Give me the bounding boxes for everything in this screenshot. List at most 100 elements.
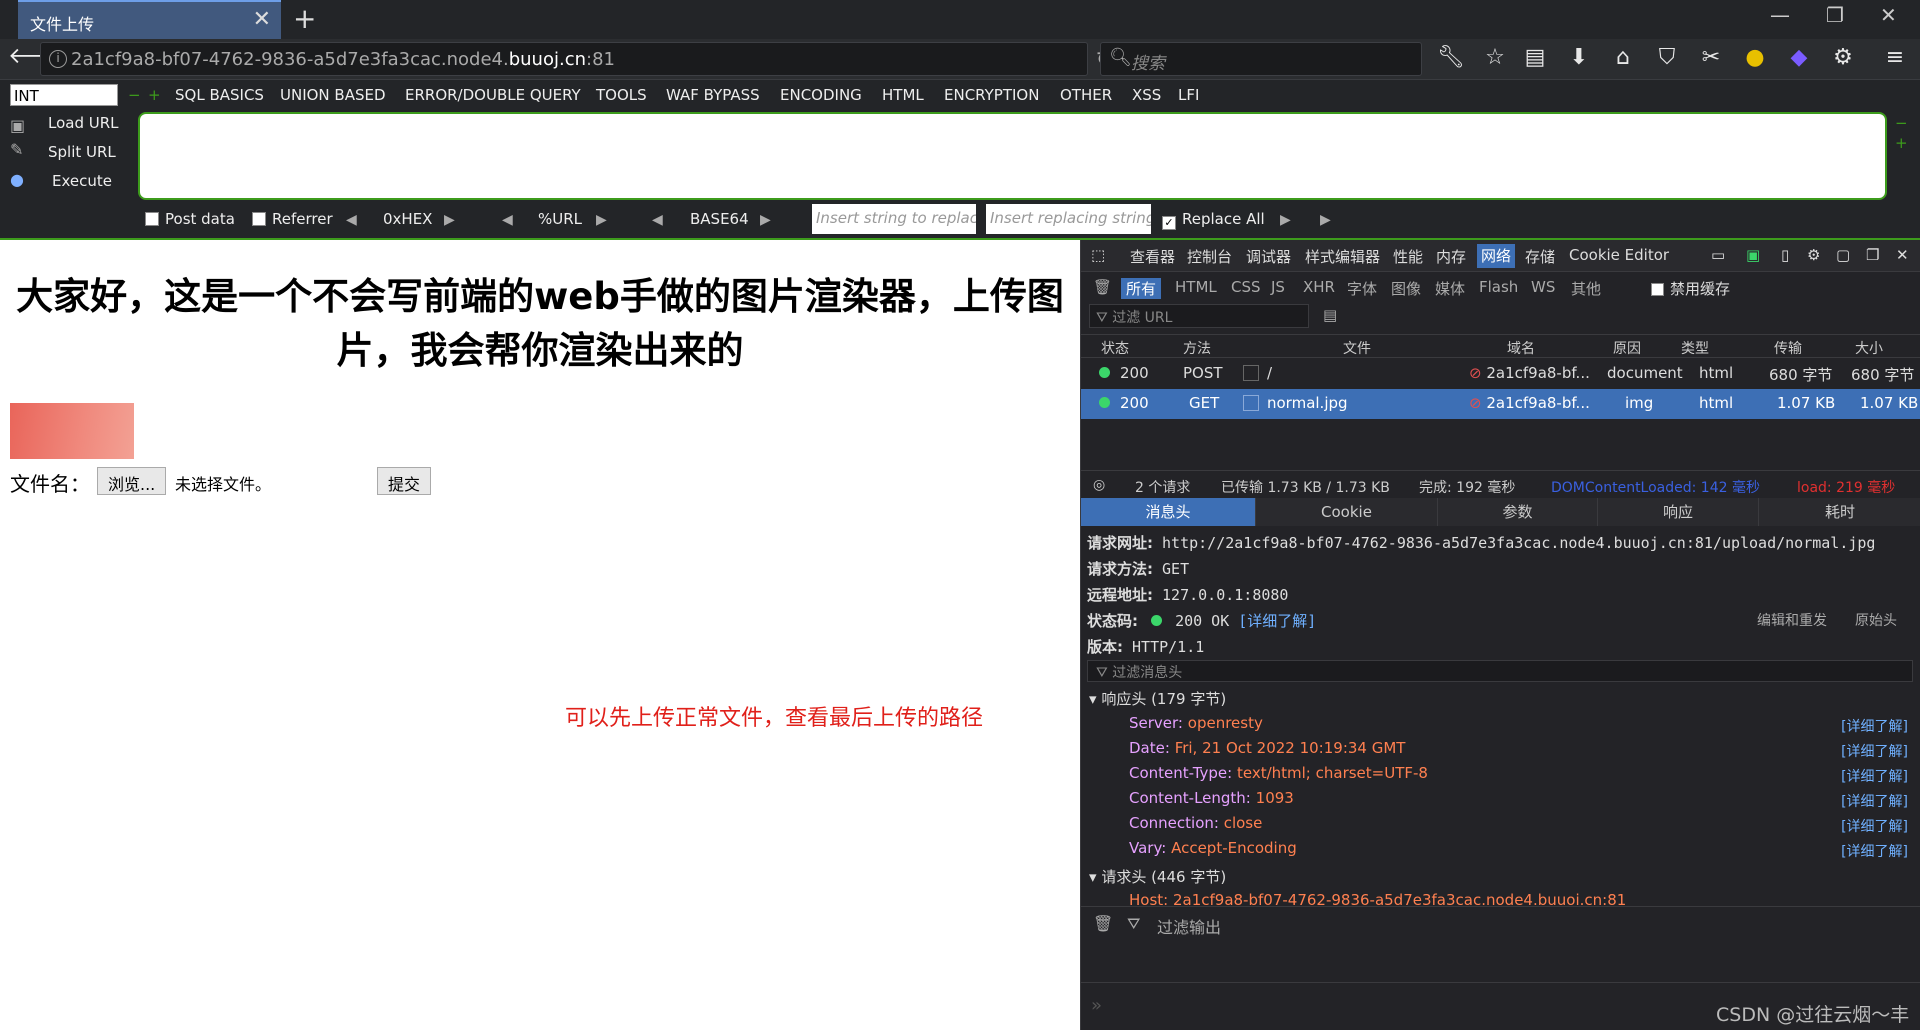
tab-style-editor[interactable]: 样式编辑器 — [1305, 246, 1380, 267]
download-icon[interactable]: ⬇ — [1564, 45, 1594, 70]
screenshot-icon[interactable]: ✂ — [1696, 45, 1726, 70]
col-method[interactable]: 方法 — [1183, 338, 1211, 358]
learn-more-link[interactable]: [详细了解] — [1841, 816, 1908, 836]
menu-xss[interactable]: XSS — [1132, 86, 1161, 104]
responsive-icon[interactable]: ▯ — [1781, 246, 1789, 264]
menu-encoding[interactable]: ENCODING — [780, 86, 862, 104]
tab-inspector[interactable]: 查看器 — [1130, 246, 1175, 267]
learn-more-link[interactable]: [详细了解] — [1841, 716, 1908, 736]
col-cause[interactable]: 原因 — [1613, 338, 1641, 358]
textarea-minus-icon[interactable]: − — [1895, 114, 1908, 132]
filter-options-icon[interactable]: ▤ — [1323, 306, 1337, 324]
menu-icon[interactable]: ≡ — [1880, 45, 1910, 70]
learn-more-link[interactable]: [详细了解] — [1841, 766, 1908, 786]
popout-icon[interactable]: ❐ — [1866, 246, 1879, 264]
response-headers-section[interactable]: ▾ 响应头 (179 字节) — [1089, 688, 1226, 709]
minimize-icon[interactable]: — — [1770, 3, 1790, 27]
table-row-selected[interactable]: 200 GET normal.jpg ⊘ 2a1cf9a8-bf... img … — [1081, 389, 1920, 419]
browse-button[interactable]: 浏览... — [97, 467, 167, 495]
base64-encode-arrow-icon[interactable]: ▶ — [760, 212, 771, 228]
learn-more-link[interactable]: [详细了解] — [1238, 612, 1316, 630]
referrer-checkbox[interactable]: Referrer — [252, 210, 333, 228]
tab-performance[interactable]: 性能 — [1393, 246, 1423, 267]
disable-cache-checkbox[interactable]: 禁用缓存 — [1651, 278, 1730, 299]
pick-element-icon[interactable]: ⬚ — [1091, 246, 1105, 264]
bookmark-star-icon[interactable]: ☆ — [1480, 45, 1510, 70]
request-headers-section[interactable]: ▾ 请求头 (446 字节) — [1089, 866, 1226, 887]
edit-resend-button[interactable]: 编辑和重发 — [1757, 610, 1827, 630]
filter-flash[interactable]: Flash — [1479, 278, 1518, 296]
replace-arrow-icon[interactable]: ▶ — [1280, 212, 1291, 228]
restore-icon[interactable]: ❐ — [1826, 3, 1844, 27]
filter-all[interactable]: 所有 — [1121, 278, 1162, 299]
detail-tab-response[interactable]: 响应 — [1598, 498, 1759, 526]
detail-tab-headers[interactable]: 消息头 — [1081, 498, 1256, 526]
learn-more-link[interactable]: [详细了解] — [1841, 791, 1908, 811]
split-url-button[interactable]: Split URL — [48, 143, 116, 161]
hex-decode-arrow-icon[interactable]: ◀ — [346, 212, 357, 228]
post-data-checkbox[interactable]: Post data — [145, 210, 235, 228]
extension-circle-icon[interactable]: ● — [1740, 45, 1770, 70]
col-size[interactable]: 大小 — [1855, 338, 1883, 358]
url-filter-input[interactable]: ⛛ 过滤 URL — [1089, 304, 1309, 328]
menu-tools[interactable]: TOOLS — [596, 86, 647, 104]
url-encode-arrow-icon[interactable]: ▶ — [596, 212, 607, 228]
filter-font[interactable]: 字体 — [1347, 278, 1377, 299]
filter-media[interactable]: 媒体 — [1435, 278, 1465, 299]
console-trash-icon[interactable]: 🗑︎ — [1093, 914, 1113, 933]
tab-debugger[interactable]: 调试器 — [1246, 246, 1291, 267]
menu-waf-bypass[interactable]: WAF BYPASS — [666, 86, 760, 104]
extension-badge-icon[interactable]: ◆ — [1784, 45, 1814, 70]
menu-lfi[interactable]: LFI — [1178, 86, 1199, 104]
replace-arrow2-icon[interactable]: ▶ — [1320, 212, 1331, 228]
url-text[interactable]: 2a1cf9a8-bf07-4762-9836-a5d7e3fa3cac.nod… — [71, 49, 615, 70]
replacing-input[interactable]: Insert replacing string — [986, 204, 1151, 234]
wrench-icon[interactable]: 🔧︎ — [1436, 45, 1466, 70]
type-select[interactable]: INT — [10, 84, 118, 106]
load-url-button[interactable]: Load URL — [48, 114, 119, 132]
menu-html[interactable]: HTML — [882, 86, 924, 104]
learn-more-link[interactable]: [详细了解] — [1841, 841, 1908, 861]
extension-gear-icon[interactable]: ⚙ — [1828, 45, 1858, 70]
col-domain[interactable]: 域名 — [1507, 338, 1535, 358]
console-filter-icon[interactable]: ⛛ — [1127, 914, 1140, 934]
learn-more-link[interactable]: [详细了解] — [1841, 741, 1908, 761]
textarea-plus-icon[interactable]: + — [1895, 134, 1908, 152]
dock-icon[interactable]: ▢ — [1836, 246, 1850, 264]
filter-js[interactable]: JS — [1271, 278, 1285, 296]
plus-icon[interactable]: + — [148, 86, 161, 104]
layout-icon[interactable]: ▭ — [1711, 246, 1725, 264]
hex-encode-arrow-icon[interactable]: ▶ — [444, 212, 455, 228]
info-icon[interactable]: i — [49, 50, 67, 68]
table-row[interactable]: 200 POST / ⊘ 2a1cf9a8-bf... document htm… — [1081, 359, 1920, 389]
tab-network[interactable]: 网络 — [1477, 244, 1516, 268]
perf-icon[interactable]: ◎ — [1093, 477, 1105, 493]
filter-html[interactable]: HTML — [1175, 278, 1217, 296]
filter-ws[interactable]: WS — [1531, 278, 1555, 296]
reading-list-icon[interactable]: ▤ — [1520, 45, 1550, 70]
menu-other[interactable]: OTHER — [1060, 86, 1112, 104]
submit-button[interactable]: 提交 — [377, 467, 432, 495]
filter-other[interactable]: 其他 — [1571, 278, 1601, 299]
col-transfer[interactable]: 传输 — [1774, 338, 1802, 358]
tab-memory[interactable]: 内存 — [1436, 246, 1466, 267]
menu-error-double-query[interactable]: ERROR/DOUBLE QUERY — [405, 86, 581, 104]
devtools-close-icon[interactable]: ✕ — [1896, 246, 1909, 264]
raw-headers-button[interactable]: 原始头 — [1855, 610, 1897, 630]
menu-union-based[interactable]: UNION BASED — [280, 86, 386, 104]
menu-sql-basics[interactable]: SQL BASICS — [175, 86, 264, 104]
detail-tab-params[interactable]: 参数 — [1438, 498, 1598, 526]
col-file[interactable]: 文件 — [1343, 338, 1371, 358]
filter-xhr[interactable]: XHR — [1303, 278, 1335, 296]
detail-tab-timings[interactable]: 耗时 — [1759, 498, 1920, 526]
base64-decode-arrow-icon[interactable]: ◀ — [652, 212, 663, 228]
filter-image[interactable]: 图像 — [1391, 278, 1421, 299]
close-window-icon[interactable]: ✕ — [1880, 3, 1897, 27]
tab-storage[interactable]: 存储 — [1525, 246, 1555, 267]
new-tab-icon[interactable]: + — [293, 2, 316, 35]
tab-cookie-editor[interactable]: Cookie Editor — [1569, 246, 1669, 264]
col-status[interactable]: 状态 — [1101, 338, 1129, 358]
settings-icon[interactable]: ⚙ — [1807, 246, 1820, 264]
search-bar[interactable]: 🔍︎ 搜索 — [1100, 42, 1422, 76]
replace-all-checkbox[interactable]: ✓ Replace All — [1162, 210, 1265, 230]
